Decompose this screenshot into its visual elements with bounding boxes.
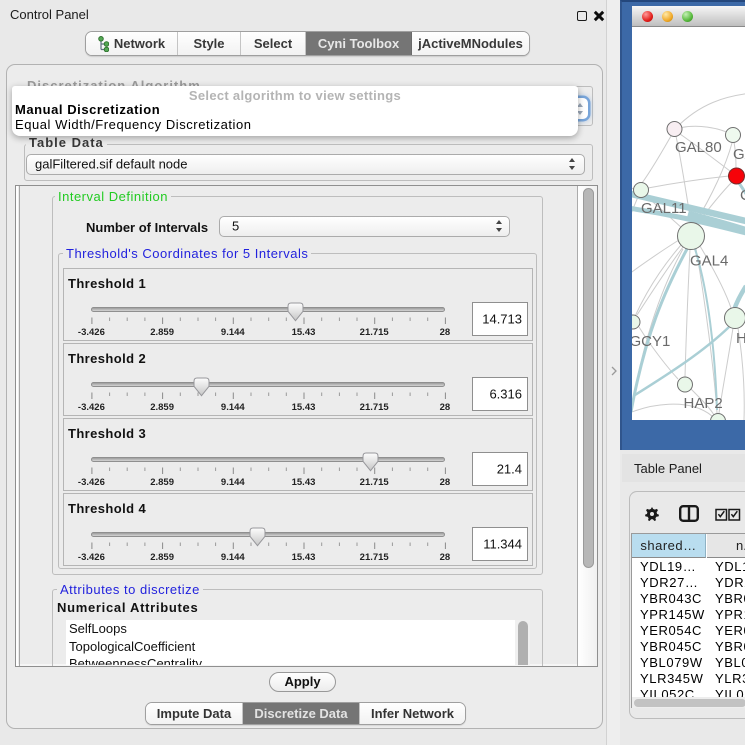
svg-text:GAL11: GAL11 (641, 200, 687, 217)
svg-text:C: C (740, 187, 745, 204)
svg-text:GA: GA (733, 146, 745, 163)
svg-text:GCY1: GCY1 (632, 333, 670, 350)
svg-text:GAL80: GAL80 (675, 139, 722, 156)
svg-text:GAL4: GAL4 (690, 253, 728, 270)
svg-text:HAP2: HAP2 (684, 395, 723, 412)
svg-text:H: H (736, 330, 745, 347)
